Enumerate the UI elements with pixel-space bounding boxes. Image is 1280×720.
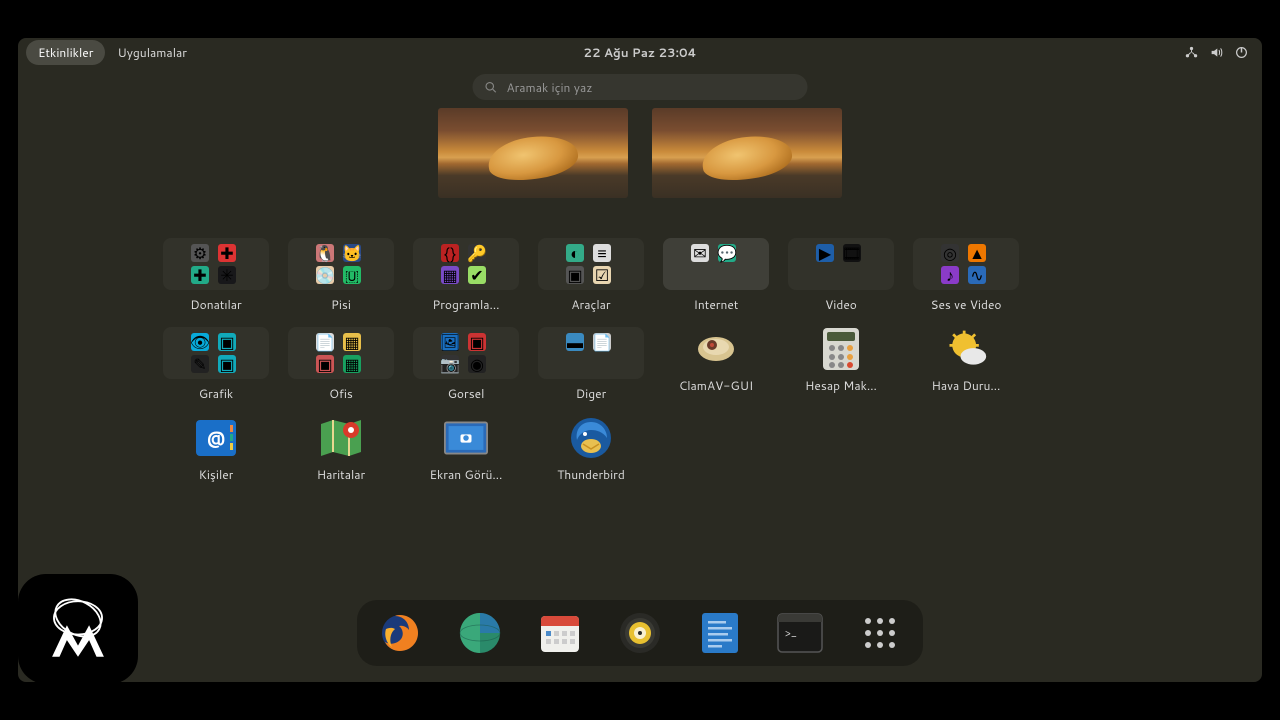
screenshot-icon [444, 416, 488, 460]
folder-pisi[interactable]: 🐧🐱💿🇺 Pisi [287, 238, 395, 313]
applications-grid: ⚙✚✚✳ Donatılar 🐧🐱💿🇺 Pisi {}🔑▦✔ Programla… [162, 238, 1142, 483]
applications-button[interactable]: Uygulamalar [105, 40, 199, 65]
workspace-thumbnails [438, 108, 842, 198]
folder-label: Diger [576, 385, 607, 402]
app-label: Hava Duru… [932, 377, 1001, 394]
maps-icon [319, 416, 363, 460]
calculator-icon [819, 327, 863, 371]
folder-label: Internet [694, 296, 739, 313]
folder-label: Ses ve Video [930, 296, 1001, 313]
app-label: Ekran Görü… [429, 466, 502, 483]
app-hesap-makinesi[interactable]: Hesap Mak… [787, 327, 895, 402]
folder-programlama[interactable]: {}🔑▦✔ Programla… [412, 238, 520, 313]
folder-label: Grafik [199, 385, 233, 402]
folder-grafik[interactable]: 👁▣✎▣ Grafik [162, 327, 270, 402]
network-icon [1185, 46, 1198, 59]
folder-label: Gorsel [448, 385, 485, 402]
app-haritalar[interactable]: Haritalar [287, 416, 395, 483]
folder-label: Araçlar [571, 296, 610, 313]
clock[interactable]: 22 Ağu Paz 23:04 [583, 44, 696, 61]
dock-show-apps[interactable] [857, 610, 903, 656]
app-label: ClamAV-GUI [679, 377, 754, 394]
dock: >_ [357, 600, 923, 666]
watermark-logo [18, 574, 138, 684]
dock-firefox[interactable] [377, 610, 423, 656]
app-label: Kişiler [199, 466, 234, 483]
folder-diger[interactable]: ▬📄 Diger [537, 327, 645, 402]
clamav-icon [694, 327, 738, 371]
top-bar-left: Etkinlikler Uygulamalar [26, 40, 199, 65]
gnome-overview: Etkinlikler Uygulamalar 22 Ağu Paz 23:04… [18, 38, 1262, 682]
contacts-icon: @ [194, 416, 238, 460]
app-label: Haritalar [317, 466, 365, 483]
workspace-1[interactable] [438, 108, 628, 198]
folder-label: Video [825, 296, 857, 313]
weather-icon [944, 327, 988, 371]
app-label: Hesap Mak… [805, 377, 877, 394]
folder-donatilar[interactable]: ⚙✚✚✳ Donatılar [162, 238, 270, 313]
search-placeholder: Aramak için yaz [507, 79, 593, 96]
thunderbird-icon [569, 416, 613, 460]
app-kisiler[interactable]: @ Kişiler [162, 416, 270, 483]
power-icon [1235, 46, 1248, 59]
dock-rhythmbox[interactable] [617, 610, 663, 656]
folder-label: Pisi [331, 296, 351, 313]
folder-ofis[interactable]: 📄▦▣▦ Ofis [287, 327, 395, 402]
app-thunderbird[interactable]: Thunderbird [537, 416, 645, 483]
system-tray[interactable] [1185, 46, 1254, 59]
svg-text:>_: >_ [785, 625, 797, 641]
dock-web[interactable] [457, 610, 503, 656]
dock-texteditor[interactable] [697, 610, 743, 656]
activities-button[interactable]: Etkinlikler [26, 40, 105, 65]
folder-label: Donatılar [190, 296, 242, 313]
search-icon [485, 81, 497, 93]
folder-video[interactable]: ▶🎞 Video [787, 238, 895, 313]
workspace-2[interactable] [652, 108, 842, 198]
dock-terminal[interactable]: >_ [777, 610, 823, 656]
search-field[interactable]: Aramak için yaz [473, 74, 808, 100]
top-bar: Etkinlikler Uygulamalar 22 Ağu Paz 23:04 [18, 38, 1262, 66]
svg-text:@: @ [207, 424, 225, 450]
folder-internet[interactable]: ✉💬 Internet [662, 238, 770, 313]
volume-icon [1210, 46, 1223, 59]
app-clamav[interactable]: ClamAV-GUI [662, 327, 770, 402]
folder-label: Ofis [329, 385, 353, 402]
folder-ses-video[interactable]: ◎▲♪∿ Ses ve Video [912, 238, 1020, 313]
app-ekran-goruntusu[interactable]: Ekran Görü… [412, 416, 520, 483]
dock-calendar[interactable] [537, 610, 583, 656]
folder-araclar[interactable]: ◐≡▣☑ Araçlar [537, 238, 645, 313]
folder-gorsel[interactable]: 🖼▣📷◉ Gorsel [412, 327, 520, 402]
app-hava-durumu[interactable]: Hava Duru… [912, 327, 1020, 402]
folder-label: Programla… [432, 296, 499, 313]
app-label: Thunderbird [557, 466, 625, 483]
